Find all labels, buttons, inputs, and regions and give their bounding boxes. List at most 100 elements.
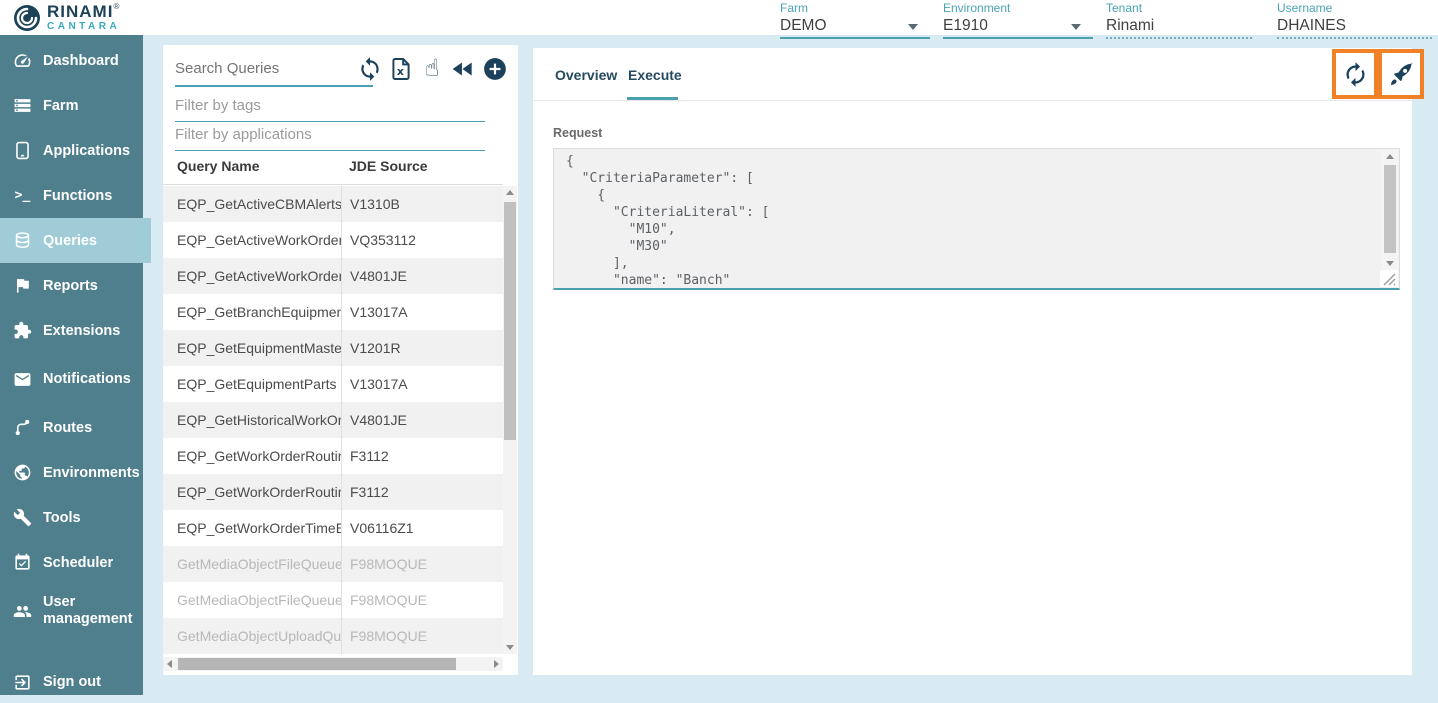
request-vertical-scrollbar[interactable] xyxy=(1382,150,1398,270)
scroll-left-icon[interactable] xyxy=(167,660,172,668)
jde-source-cell: V13017A xyxy=(342,366,503,402)
sidebar-item-environments[interactable]: Environments xyxy=(0,450,143,495)
table-row[interactable]: EQP_GetEquipmentMasterV1201R xyxy=(163,330,503,366)
resize-handle[interactable] xyxy=(1380,270,1398,287)
sidebar-item-functions[interactable]: >_ Functions xyxy=(0,173,143,218)
export-excel-icon: x xyxy=(388,56,414,82)
table-row[interactable]: EQP_GetActiveWorkOrderRVQ353112 xyxy=(163,222,503,258)
username-label: Username xyxy=(1277,2,1432,15)
registered-mark: ® xyxy=(113,2,119,11)
query-name-cell: GetMediaObjectFileQueues xyxy=(163,582,342,618)
sidebar-item-user-management[interactable]: User management xyxy=(0,585,143,637)
table-horizontal-scrollbar[interactable] xyxy=(163,657,503,671)
table-row[interactable]: EQP_GetActiveCBMAlertsV1310B xyxy=(163,186,503,222)
sidebar-item-label: Functions xyxy=(43,188,143,204)
vertical-scroll-thumb[interactable] xyxy=(504,202,516,440)
table-row[interactable]: EQP_GetHistoricalWorkOrdV4801JE xyxy=(163,402,503,438)
sidebar-item-scheduler[interactable]: Scheduler xyxy=(0,540,143,585)
tab-execute[interactable]: Execute xyxy=(628,67,682,83)
environment-select[interactable]: Environment E1910 xyxy=(943,2,1093,39)
functions-icon: >_ xyxy=(13,186,32,205)
execute-query-button[interactable] xyxy=(1378,49,1424,99)
hand-pointer-button[interactable]: ☝ xyxy=(419,55,446,82)
farm-select[interactable]: Farm DEMO xyxy=(780,2,930,39)
sidebar-item-label: Applications xyxy=(43,143,143,159)
table-row[interactable]: EQP_GetBranchEquipmentV13017A xyxy=(163,294,503,330)
chevron-down-icon xyxy=(908,24,918,30)
dashboard-icon xyxy=(13,51,32,70)
tab-overview[interactable]: Overview xyxy=(555,67,617,83)
sidebar-item-label: Dashboard xyxy=(43,53,143,69)
sidebar-item-label: Reports xyxy=(43,278,143,294)
sidebar-item-label: Queries xyxy=(43,233,143,249)
table-row[interactable]: EQP_GetActiveWorkOrdersV4801JE xyxy=(163,258,503,294)
queries-toolbar: x☝ xyxy=(356,55,508,82)
jde-source-cell: VQ353112 xyxy=(342,222,503,258)
search-queries-input[interactable] xyxy=(175,57,373,87)
table-header: Query Name JDE Source xyxy=(163,149,503,185)
add-button[interactable] xyxy=(481,55,508,82)
sidebar-item-sign-out[interactable]: Sign out xyxy=(0,661,143,703)
sidebar-item-applications[interactable]: Applications xyxy=(0,128,143,173)
table-row[interactable]: GetMediaObjectFileQueueF98MOQUE xyxy=(163,546,503,582)
request-json-text: { "CriteriaParameter": [ { "CriteriaLite… xyxy=(554,149,1399,288)
scroll-up-icon[interactable] xyxy=(1386,154,1394,159)
sidebar-item-label: Extensions xyxy=(43,323,143,339)
filter-tags-input[interactable] xyxy=(175,94,485,122)
scroll-right-icon[interactable] xyxy=(494,660,499,668)
rewind-button[interactable] xyxy=(450,55,477,82)
column-header-query-name: Query Name xyxy=(177,158,259,174)
sidebar-item-routes[interactable]: Routes xyxy=(0,405,143,450)
jde-source-cell: V1201R xyxy=(342,330,503,366)
jde-source-cell: V4801JE xyxy=(342,402,503,438)
table-vertical-scrollbar[interactable] xyxy=(503,186,517,654)
query-name-cell: EQP_GetHistoricalWorkOrd xyxy=(163,402,342,438)
sidebar-item-queries[interactable]: Queries xyxy=(0,218,151,263)
sidebar-item-notifications[interactable]: Notifications xyxy=(0,353,143,405)
sidebar-item-extensions[interactable]: Extensions xyxy=(0,308,143,353)
tenant-field: Tenant Rinami xyxy=(1106,2,1252,39)
query-name-cell: EQP_GetActiveWorkOrderR xyxy=(163,222,342,258)
query-name-cell: EQP_GetWorkOrderRouting xyxy=(163,438,342,474)
sidebar-item-label: User management xyxy=(43,594,143,627)
logo-caron-mark: ˇ xyxy=(103,0,107,9)
query-name-cell: GetMediaObjectUploadQue xyxy=(163,618,342,654)
sidebar-item-dashboard[interactable]: Dashboard xyxy=(0,38,143,83)
scroll-up-icon[interactable] xyxy=(506,190,514,195)
tools-icon xyxy=(13,508,32,527)
tabs-divider xyxy=(533,100,1412,101)
scroll-down-icon[interactable] xyxy=(506,645,514,650)
table-row[interactable]: EQP_GetWorkOrderTimeEnV06116Z1 xyxy=(163,510,503,546)
svg-text:x: x xyxy=(397,64,404,77)
request-scroll-thumb[interactable] xyxy=(1384,165,1396,253)
table-row[interactable]: EQP_GetEquipmentPartsV13017A xyxy=(163,366,503,402)
request-json-input[interactable]: { "CriteriaParameter": [ { "CriteriaLite… xyxy=(553,148,1400,290)
sidebar-item-tools[interactable]: Tools xyxy=(0,495,143,540)
sidebar-item-label: Notifications xyxy=(43,371,143,388)
jde-source-cell: F98MOQUE xyxy=(342,546,503,582)
environment-label: Environment xyxy=(943,2,1093,15)
add-icon xyxy=(482,56,508,82)
export-excel-button[interactable]: x xyxy=(387,55,414,82)
refresh-button[interactable] xyxy=(1332,49,1378,99)
extensions-icon xyxy=(13,321,32,340)
sidebar-nav: Dashboard Farm Applications >_ Functions Quer… xyxy=(0,35,143,695)
horizontal-scroll-thumb[interactable] xyxy=(178,658,456,670)
logo-swirl-icon xyxy=(13,4,41,32)
routes-icon xyxy=(13,418,32,437)
username-value: DHAINES xyxy=(1277,15,1432,37)
column-header-jde-source: JDE Source xyxy=(349,158,428,174)
table-row[interactable]: EQP_GetWorkOrderRoutingF3112 xyxy=(163,474,503,510)
sidebar-item-farm[interactable]: Farm xyxy=(0,83,143,128)
query-name-cell: EQP_GetWorkOrderTimeEn xyxy=(163,510,342,546)
username-field: Username DHAINES xyxy=(1277,2,1432,39)
jde-source-cell: V4801JE xyxy=(342,258,503,294)
sync-button[interactable] xyxy=(356,55,383,82)
notifications-icon xyxy=(13,370,32,389)
sidebar-item-reports[interactable]: Reports xyxy=(0,263,143,308)
table-row[interactable]: GetMediaObjectFileQueuesF98MOQUE xyxy=(163,582,503,618)
table-row[interactable]: GetMediaObjectUploadQueF98MOQUE xyxy=(163,618,503,654)
table-row[interactable]: EQP_GetWorkOrderRoutingF3112 xyxy=(163,438,503,474)
scroll-down-icon[interactable] xyxy=(1386,261,1394,266)
filter-applications-input[interactable] xyxy=(175,123,485,151)
